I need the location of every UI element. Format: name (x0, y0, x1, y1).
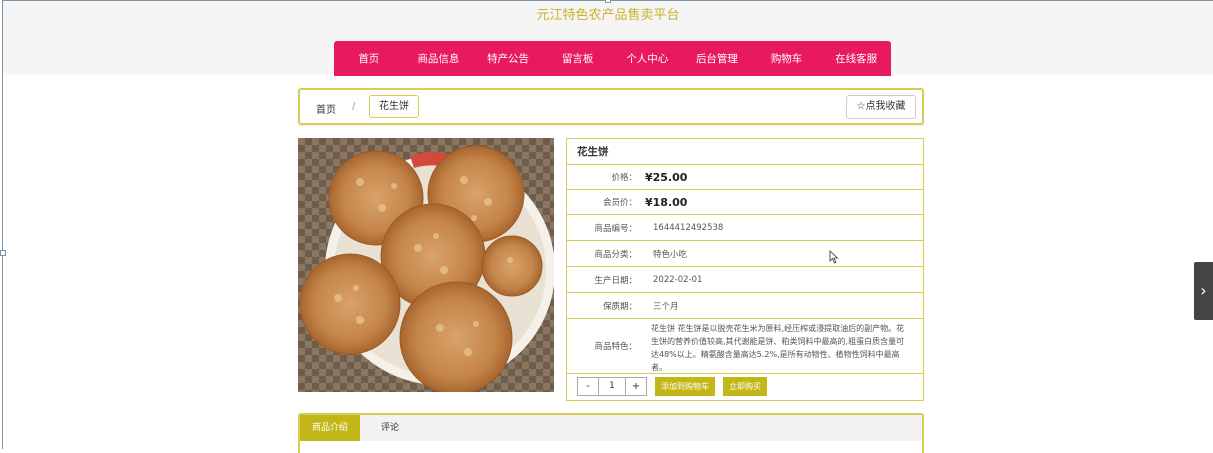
feature-row: 商品特色： 花生饼 花生饼是以脱壳花生米为原料,经压榨或浸提取油后的副产物。花生… (567, 319, 923, 374)
category-row: 商品分类： 特色小吃 (567, 241, 923, 267)
favorite-button[interactable]: ☆点我收藏 (846, 95, 916, 119)
increment-button[interactable]: + (626, 378, 646, 395)
tabs-bar: 商品介绍 评论 (300, 415, 922, 441)
price-label: 价格： (611, 173, 637, 183)
breadcrumb: 首页 / 花生饼 ☆点我收藏 (298, 88, 924, 125)
decrement-button[interactable]: - (578, 378, 598, 395)
product-info-panel: 花生饼 价格： ¥25.00 会员价： ¥18.00 商品编号： 1644412… (566, 138, 924, 401)
production-date-row: 生产日期： 2022-02-01 (567, 267, 923, 293)
resize-handle-top[interactable] (605, 0, 611, 3)
nav-support[interactable]: 在线客服 (821, 41, 891, 76)
shelf-life-value: 三个月 (653, 301, 679, 312)
feature-text: 花生饼 花生饼是以脱壳花生米为原料,经压榨或浸提取油后的副产物。花生饼的营养价值… (651, 324, 905, 371)
nav-announcements[interactable]: 特产公告 (473, 41, 543, 76)
breadcrumb-current: 花生饼 (369, 95, 419, 118)
nav-admin[interactable]: 后台管理 (682, 41, 752, 76)
member-price-label: 会员价： (602, 198, 637, 208)
feature-label: 商品特色： (594, 342, 637, 352)
mouse-cursor-icon (829, 250, 839, 264)
tab-description[interactable]: 商品介绍 (300, 415, 360, 441)
category-label: 商品分类： (594, 249, 637, 260)
nav-home[interactable]: 首页 (334, 41, 404, 76)
product-image (298, 138, 554, 392)
member-price-row: 会员价： ¥18.00 (567, 190, 923, 215)
detail-tabs: 商品介绍 评论 (298, 413, 924, 453)
production-date-value: 2022-02-01 (653, 274, 703, 285)
price-row: 价格： ¥25.00 (567, 165, 923, 190)
nav-message-board[interactable]: 留言板 (543, 41, 613, 76)
category-value: 特色小吃 (653, 249, 688, 260)
tab-comments[interactable]: 评论 (360, 415, 420, 441)
shelf-life-label: 保质期： (602, 301, 637, 312)
nav-cart[interactable]: 购物车 (752, 41, 822, 76)
add-to-cart-button[interactable]: 添加到购物车 (655, 377, 715, 396)
product-code-value: 1644412492538 (653, 222, 724, 233)
chevron-right-icon[interactable]: › (1194, 262, 1213, 320)
product-code-label: 商品编号： (594, 223, 637, 234)
editor-frame-left (2, 0, 3, 449)
resize-handle-left[interactable] (0, 250, 6, 256)
price-value: ¥25.00 (645, 170, 688, 184)
production-date-label: 生产日期： (594, 275, 637, 286)
main-nav: 首页 商品信息 特产公告 留言板 个人中心 后台管理 购物车 在线客服 (334, 41, 891, 76)
product-name: 花生饼 (567, 139, 923, 165)
breadcrumb-separator: / (352, 101, 356, 112)
quantity-input[interactable]: 1 (598, 378, 626, 395)
quantity-stepper: - 1 + (577, 377, 647, 396)
nav-personal-center[interactable]: 个人中心 (613, 41, 683, 76)
purchase-controls: - 1 + 添加到购物车 立即购买 (577, 377, 775, 396)
breadcrumb-home[interactable]: 首页 (316, 101, 336, 116)
buy-now-button[interactable]: 立即购买 (723, 377, 767, 396)
site-header: 元江特色农产品售卖平台 首页 商品信息 特产公告 留言板 个人中心 后台管理 购… (3, 1, 1213, 76)
site-title: 元江特色农产品售卖平台 (536, 8, 680, 23)
shelf-life-row: 保质期： 三个月 (567, 293, 923, 319)
member-price-value: ¥18.00 (645, 195, 688, 209)
nav-products[interactable]: 商品信息 (404, 41, 474, 76)
product-code-row: 商品编号： 1644412492538 (567, 215, 923, 241)
